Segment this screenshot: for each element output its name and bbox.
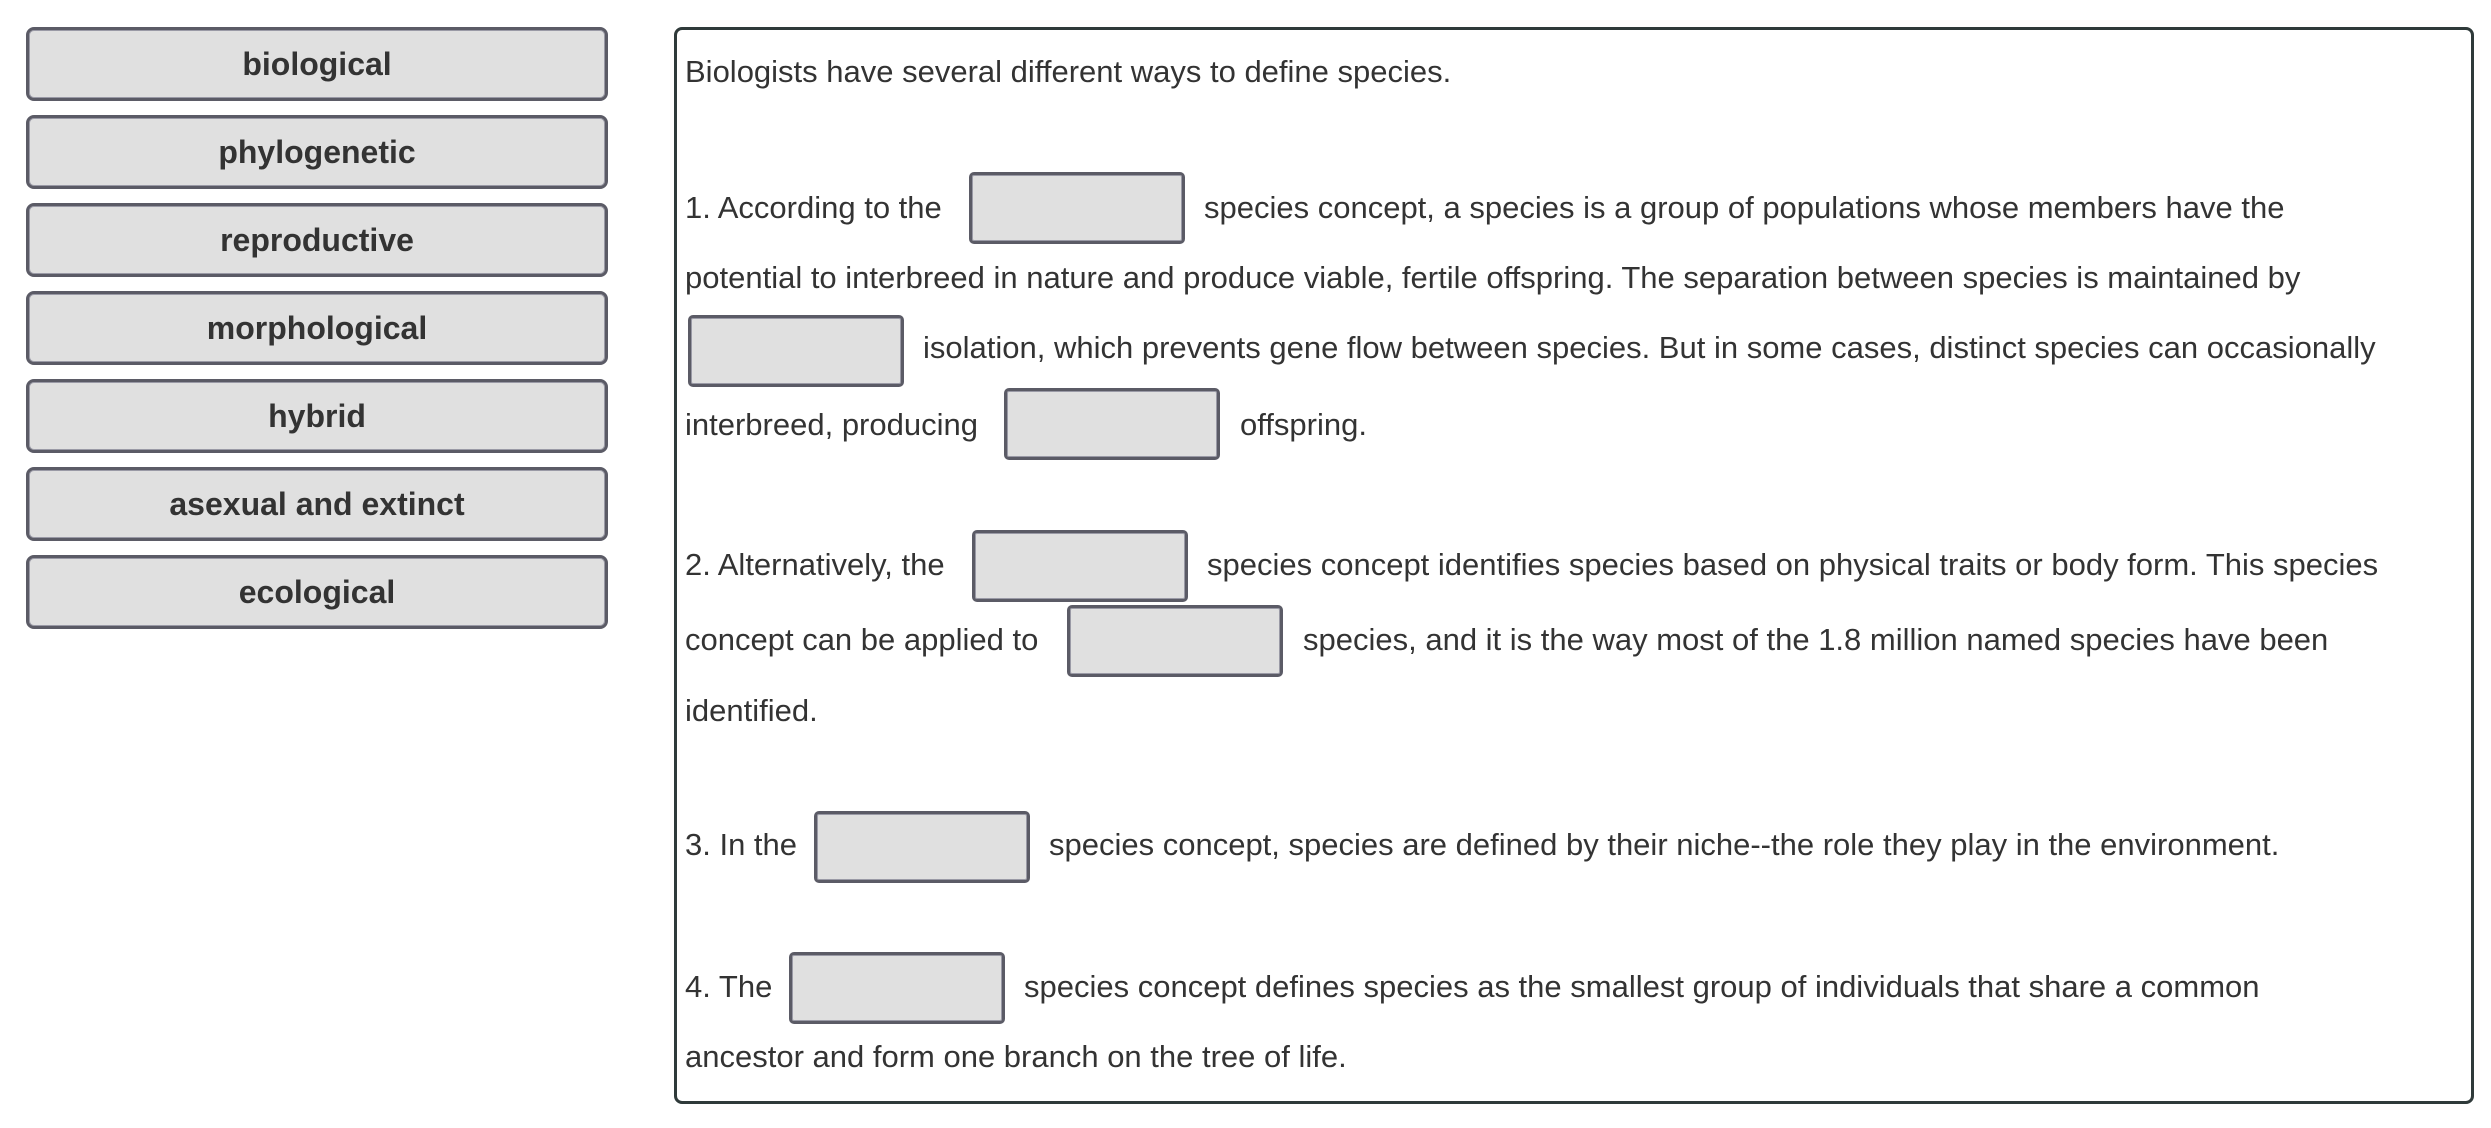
- p1-line1-end: species concept, a species is a group of…: [1204, 190, 2285, 225]
- p2-line1-start: 2. Alternatively, the: [685, 547, 945, 582]
- drop-zone-4[interactable]: [972, 530, 1188, 602]
- word-tile-biological[interactable]: biological: [26, 27, 608, 101]
- p1-line2: potential to interbreed in nature and pr…: [685, 260, 2301, 295]
- p2-line2-end: species, and it is the way most of the 1…: [1303, 622, 2329, 657]
- p4-line1-start: 4. The: [685, 969, 773, 1004]
- p2-line1-end: species concept identifies species based…: [1207, 547, 2379, 582]
- word-tile-phylogenetic[interactable]: phylogenetic: [26, 115, 608, 189]
- word-tile-hybrid[interactable]: hybrid: [26, 379, 608, 453]
- intro-text: Biologists have several different ways t…: [685, 54, 1452, 89]
- word-tile-reproductive[interactable]: reproductive: [26, 203, 608, 277]
- drop-zone-3[interactable]: [1004, 388, 1220, 460]
- p1-line4-start: interbreed, producing: [685, 407, 978, 442]
- p1-line4-end: offspring.: [1240, 407, 1367, 442]
- p1-line1-start: 1. According to the: [685, 190, 942, 225]
- p2-line2-start: concept can be applied to: [685, 622, 1039, 657]
- drop-zone-1[interactable]: [969, 172, 1185, 244]
- word-tile-ecological[interactable]: ecological: [26, 555, 608, 629]
- p4-line2: ancestor and form one branch on the tree…: [685, 1039, 1347, 1074]
- word-tile-asexual-and-extinct[interactable]: asexual and extinct: [26, 467, 608, 541]
- drop-zone-6[interactable]: [814, 811, 1030, 883]
- p2-line3: identified.: [685, 693, 818, 728]
- drop-zone-2[interactable]: [688, 315, 904, 387]
- p4-line1-end: species concept defines species as the s…: [1024, 969, 2260, 1004]
- drop-zone-7[interactable]: [789, 952, 1005, 1024]
- drop-zone-5[interactable]: [1067, 605, 1283, 677]
- word-tile-morphological[interactable]: morphological: [26, 291, 608, 365]
- p3-line1-end: species concept, species are defined by …: [1049, 827, 2280, 862]
- p3-line1-start: 3. In the: [685, 827, 798, 862]
- p1-line3: isolation, which prevents gene flow betw…: [923, 330, 2376, 365]
